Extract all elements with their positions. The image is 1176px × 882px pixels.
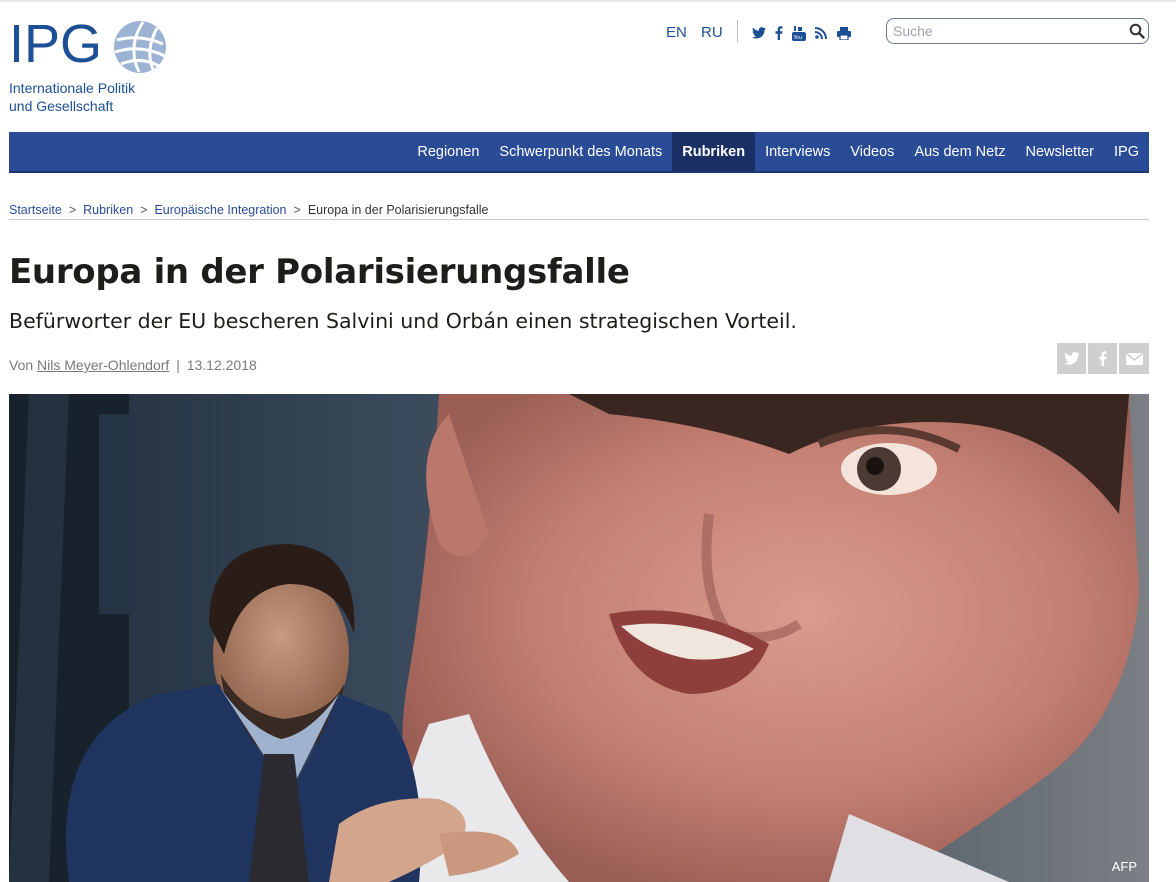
utility-divider bbox=[737, 20, 738, 42]
share-facebook-button[interactable] bbox=[1088, 343, 1117, 374]
nav-item-aus-dem-netz[interactable]: Aus dem Netz bbox=[904, 132, 1015, 171]
top-border bbox=[0, 0, 1176, 2]
youtube-icon[interactable]: You bbox=[791, 25, 807, 41]
facebook-icon[interactable] bbox=[774, 25, 784, 41]
main-navigation: Regionen Schwerpunkt des Monats Rubriken… bbox=[9, 132, 1149, 173]
article-subtitle: Befürworter der EU bescheren Salvini und… bbox=[9, 309, 797, 333]
author-link[interactable]: Nils Meyer-Ohlendorf bbox=[37, 357, 169, 373]
article-title: Europa in der Polarisierungsfalle bbox=[9, 252, 630, 292]
globe-icon bbox=[114, 21, 166, 73]
logo-subtitle-line1: Internationale Politik bbox=[9, 80, 136, 96]
nav-item-regionen[interactable]: Regionen bbox=[407, 132, 489, 171]
svg-text:You: You bbox=[793, 35, 803, 41]
nav-item-rubriken[interactable]: Rubriken bbox=[672, 132, 756, 171]
nav-item-schwerpunkt[interactable]: Schwerpunkt des Monats bbox=[489, 132, 672, 171]
nav-item-videos[interactable]: Videos bbox=[840, 132, 904, 171]
breadcrumb-link-europaeische-integration[interactable]: Europäische Integration bbox=[154, 203, 286, 217]
image-credit: AFP bbox=[1111, 859, 1137, 874]
twitter-icon[interactable] bbox=[752, 25, 766, 41]
site-logo[interactable]: IPG Internationale Politik und Gesellsch… bbox=[9, 16, 209, 116]
breadcrumb-separator: > bbox=[68, 203, 77, 217]
share-mail-button[interactable] bbox=[1119, 343, 1149, 374]
hero-photo bbox=[9, 394, 1149, 882]
byline-prefix: Von bbox=[9, 357, 34, 373]
breadcrumb-link-startseite[interactable]: Startseite bbox=[9, 203, 62, 217]
search-input[interactable] bbox=[893, 22, 1119, 40]
language-link-ru[interactable]: RU bbox=[701, 24, 723, 41]
print-icon[interactable] bbox=[836, 25, 852, 41]
article-byline: Von Nils Meyer-Ohlendorf | 13.12.2018 bbox=[9, 355, 257, 375]
language-link-en[interactable]: EN bbox=[666, 24, 687, 41]
breadcrumb-current: Europa in der Polarisierungsfalle bbox=[307, 203, 489, 217]
mail-share-icon bbox=[1125, 352, 1143, 365]
search-icon[interactable] bbox=[1129, 23, 1145, 39]
nav-items: Regionen Schwerpunkt des Monats Rubriken… bbox=[407, 132, 1149, 171]
byline-divider: | bbox=[176, 357, 180, 373]
breadcrumb-separator: > bbox=[293, 203, 301, 217]
logo-subtitle-line2: und Gesellschaft bbox=[9, 98, 114, 114]
breadcrumb: Startseite > Rubriken > Europäische Integrat… bbox=[9, 202, 1149, 220]
nav-item-interviews[interactable]: Interviews bbox=[755, 132, 840, 171]
rss-icon[interactable] bbox=[814, 25, 828, 41]
share-twitter-button[interactable] bbox=[1057, 343, 1086, 374]
search-box[interactable] bbox=[886, 18, 1149, 44]
facebook-share-icon bbox=[1098, 351, 1107, 366]
nav-item-ipg[interactable]: IPG bbox=[1104, 132, 1149, 171]
twitter-share-icon bbox=[1063, 352, 1080, 365]
breadcrumb-link-rubriken[interactable]: Rubriken bbox=[83, 203, 133, 217]
article-date: 13.12.2018 bbox=[186, 357, 257, 373]
breadcrumb-separator: > bbox=[140, 203, 148, 217]
nav-item-newsletter[interactable]: Newsletter bbox=[1016, 132, 1105, 171]
logo-wordmark: IPG bbox=[9, 14, 103, 74]
article-hero-image: AFP bbox=[9, 394, 1149, 882]
logo-subtitle: Internationale Politik und Gesellschaft bbox=[9, 79, 135, 115]
